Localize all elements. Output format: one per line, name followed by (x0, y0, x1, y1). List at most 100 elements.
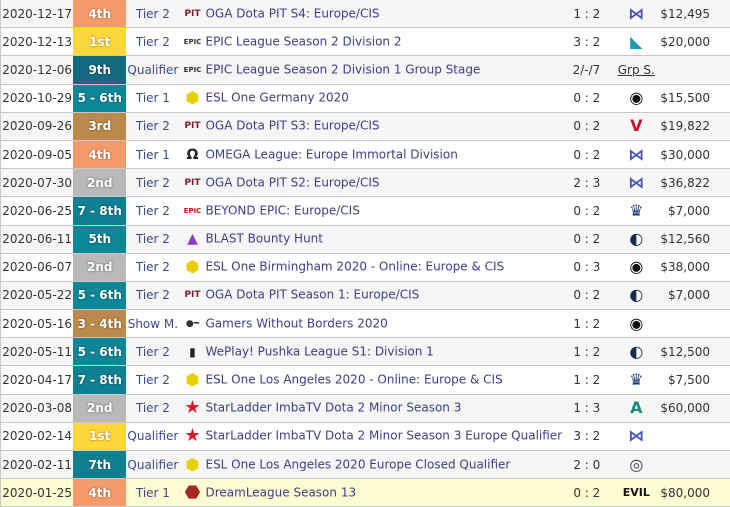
team-liquid-logo-icon[interactable]: ◐ (629, 342, 643, 362)
tier-link[interactable]: Tier 2 (126, 225, 179, 253)
tournament-link[interactable]: ESL One Birmingham 2020 - Online: Europe… (205, 260, 504, 274)
tournament-link[interactable]: BEYOND EPIC: Europe/CIS (205, 203, 359, 217)
tier-link[interactable]: Tier 2 (126, 112, 179, 140)
tier-link[interactable]: Tier 2 (126, 338, 179, 366)
prize-cell: $38,000 (658, 253, 730, 281)
crown-team-logo-icon[interactable]: ♛ (629, 201, 643, 221)
table-row: 2020-12-06 9th Qualifier EPIC EPIC League… (1, 56, 730, 84)
tournament-link[interactable]: OMEGA League: Europe Immortal Division (205, 147, 457, 161)
tournament-link[interactable]: StarLadder ImbaTV Dota 2 Minor Season 3 … (205, 429, 562, 443)
tournament-link[interactable]: OGA Dota PIT S2: Europe/CIS (205, 175, 379, 189)
tier-link[interactable]: Tier 1 (126, 140, 179, 168)
team-secret-logo-icon[interactable]: ◉ (629, 88, 643, 108)
prize-cell: $80,000 (658, 479, 730, 507)
opponent-cell: ⋈ (614, 140, 658, 168)
tournament-link[interactable]: OGA Dota PIT S3: Europe/CIS (205, 119, 379, 133)
placement-badge: 3 - 4th (73, 310, 126, 338)
tier-link[interactable]: Qualifier (126, 56, 179, 84)
opponent-cell: ◐ (614, 338, 658, 366)
placement-badge: 4th (73, 0, 126, 28)
gamers-without-borders-icon: ●━ (183, 315, 201, 333)
nigma-logo-icon[interactable]: ⋈ (628, 426, 644, 446)
score-cell: 1 : 2 (562, 338, 614, 366)
table-row: 2020-12-17 4th Tier 2 PITOGA Dota PIT S4… (1, 0, 730, 28)
prize-cell (658, 451, 730, 479)
placement-badge: 9th (73, 56, 126, 84)
placement-badge: 2nd (73, 394, 126, 422)
tier-link[interactable]: Qualifier (126, 422, 179, 450)
tournament-link[interactable]: OGA Dota PIT Season 1: Europe/CIS (205, 288, 419, 302)
opponent-cell: Grp S. (614, 56, 658, 84)
score-cell: 2 : 0 (562, 451, 614, 479)
oga-pit-icon: PIT (183, 5, 201, 23)
crown-team-logo-icon[interactable]: ♛ (629, 370, 643, 390)
prize-cell: $20,000 (658, 28, 730, 56)
starladder-icon: ★ (183, 427, 201, 445)
tier-link[interactable]: Tier 2 (126, 0, 179, 28)
score-cell: 0 : 2 (562, 197, 614, 225)
date-cell: 2020-12-06 (1, 56, 74, 84)
table-row: 2020-03-08 2nd Tier 2 ★StarLadder ImbaTV… (1, 394, 730, 422)
tournament-link[interactable]: Gamers Without Borders 2020 (205, 316, 387, 330)
dreamleague-icon: ⬣ (183, 484, 201, 502)
epic-league-icon: EPIC (183, 61, 201, 79)
tier-link[interactable]: Tier 2 (126, 28, 179, 56)
date-cell: 2020-06-11 (1, 225, 74, 253)
tier-link[interactable]: Qualifier (126, 451, 179, 479)
table-row: 2020-06-07 2nd Tier 2 ⬢ESL One Birmingha… (1, 253, 730, 281)
tier-link[interactable]: Tier 2 (126, 366, 179, 394)
table-row: 2020-07-30 2nd Tier 2 PITOGA Dota PIT S2… (1, 169, 730, 197)
table-row: 2020-10-29 5 - 6th Tier 1 ⬢ESL One Germa… (1, 84, 730, 112)
virtus-pro-logo-icon[interactable]: V (630, 116, 642, 136)
placement-badge: 1st (73, 28, 126, 56)
tier-link[interactable]: Tier 2 (126, 253, 179, 281)
tier-link[interactable]: Tier 1 (126, 479, 179, 507)
tournament-link[interactable]: DreamLeague Season 13 (205, 485, 356, 499)
placement-badge: 7 - 8th (73, 366, 126, 394)
date-cell: 2020-12-13 (1, 28, 74, 56)
tournament-link[interactable]: ESL One Germany 2020 (205, 91, 348, 105)
score-cell: 2/-/7 (562, 56, 614, 84)
og-logo-icon[interactable]: ◎ (629, 455, 643, 475)
tournament-link[interactable]: EPIC League Season 2 Division 1 Group St… (205, 62, 480, 76)
nigma-logo-icon[interactable]: ⋈ (628, 145, 644, 165)
evil-geniuses-logo-icon[interactable]: EVIL (623, 483, 650, 503)
score-cell: 3 : 2 (562, 422, 614, 450)
nigma-logo-icon[interactable]: ⋈ (628, 4, 644, 24)
alliance-logo-icon[interactable]: A (630, 398, 642, 418)
opponent-cell: ◉ (614, 310, 658, 338)
team-liquid-logo-icon[interactable]: ◐ (629, 229, 643, 249)
team-secret-logo-icon[interactable]: ◉ (629, 314, 643, 334)
esl-one-icon: ⬢ (183, 371, 201, 389)
prize-cell (658, 310, 730, 338)
beyond-epic-icon: EPIC (183, 202, 201, 220)
date-cell: 2020-01-25 (1, 479, 74, 507)
prize-cell: $60,000 (658, 394, 730, 422)
opponent-cell: ⋈ (614, 422, 658, 450)
tournament-link[interactable]: ESL One Los Angeles 2020 Europe Closed Q… (205, 457, 510, 471)
tournament-link[interactable]: BLAST Bounty Hunt (205, 232, 323, 246)
table-row: 2020-02-11 7th Qualifier ⬢ESL One Los An… (1, 451, 730, 479)
tier-link[interactable]: Tier 2 (126, 197, 179, 225)
tournament-link[interactable]: OGA Dota PIT S4: Europe/CIS (205, 6, 379, 20)
placement-badge: 5th (73, 225, 126, 253)
nigma-logo-icon[interactable]: ⋈ (628, 173, 644, 193)
group-stage-link[interactable]: Grp S. (618, 63, 655, 77)
tier-link[interactable]: Tier 2 (126, 394, 179, 422)
team-liquid-logo-icon[interactable]: ◐ (629, 285, 643, 305)
tier-link[interactable]: Tier 1 (126, 84, 179, 112)
score-cell: 3 : 2 (562, 28, 614, 56)
placement-badge: 1st (73, 422, 126, 450)
table-row: 2020-09-05 4th Tier 1 ΩOMEGA League: Eur… (1, 140, 730, 168)
team-secret-logo-icon[interactable]: ◉ (629, 257, 643, 277)
prize-cell: $12,495 (658, 0, 730, 28)
tournament-link[interactable]: EPIC League Season 2 Division 2 (205, 34, 401, 48)
tier-link[interactable]: Tier 2 (126, 281, 179, 309)
tournament-link[interactable]: WePlay! Pushka League S1: Division 1 (205, 344, 433, 358)
prize-cell: $36,822 (658, 169, 730, 197)
tier-link[interactable]: Tier 2 (126, 169, 179, 197)
tournament-link[interactable]: StarLadder ImbaTV Dota 2 Minor Season 3 (205, 401, 461, 415)
bird-team-logo-icon[interactable]: ◣ (630, 32, 642, 52)
tier-link[interactable]: Show M. (126, 310, 179, 338)
tournament-link[interactable]: ESL One Los Angeles 2020 - Online: Europ… (205, 373, 502, 387)
